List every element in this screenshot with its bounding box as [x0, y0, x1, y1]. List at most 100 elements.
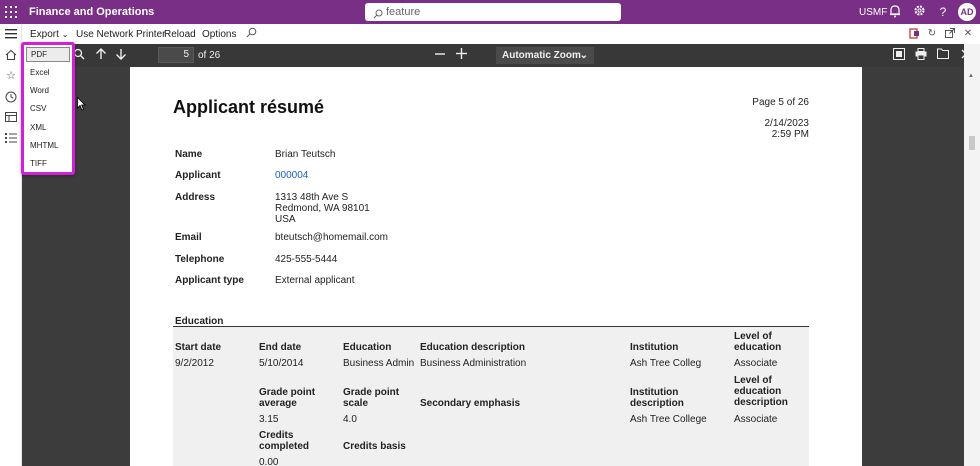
col-scale-line-1: Grade point	[343, 387, 400, 398]
zoom-value: Automatic Zoom	[502, 50, 581, 61]
cell-education: Business Admin	[343, 358, 415, 369]
star-icon[interactable]: ☆	[5, 70, 17, 82]
page-count: of 26	[198, 50, 221, 61]
pdf-toolbar: 5 of 26 Automatic Zoom ⌄	[22, 44, 980, 67]
action-bar: Export ⌄ Use Network Printer Reload Opti…	[22, 24, 980, 44]
scroll-up-icon[interactable]: ▲	[968, 73, 974, 79]
col-credits-basis: Credits basis	[343, 441, 406, 452]
export-menu-item-xml[interactable]: XML	[30, 123, 46, 132]
document-title: Applicant résumé	[173, 97, 325, 117]
col-end-date: End date	[259, 342, 302, 353]
zoom-select[interactable]: Automatic Zoom ⌄	[496, 47, 594, 64]
field-value-name: Brian Teutsch	[275, 149, 336, 160]
col-level-desc-line-2: education	[734, 386, 782, 397]
refresh-icon[interactable]: ↻	[926, 28, 938, 40]
help-icon[interactable]: ?	[936, 4, 950, 20]
zoom-in-icon[interactable]	[454, 48, 468, 62]
avatar[interactable]: AD	[958, 3, 976, 21]
hamburger-icon[interactable]	[5, 29, 17, 41]
options-button[interactable]: Options	[202, 29, 236, 40]
cell-level-description: Associate	[734, 414, 778, 425]
zoom-out-icon[interactable]	[433, 48, 447, 62]
company-selector[interactable]: USMF	[859, 7, 887, 18]
export-menu-item-word[interactable]: Word	[30, 86, 49, 95]
action-search-icon[interactable]	[246, 27, 257, 41]
presentation-mode-icon[interactable]	[892, 48, 906, 62]
app-title[interactable]: Finance and Operations	[29, 6, 154, 18]
close-icon[interactable]: ✕	[962, 28, 974, 40]
left-nav: ☆	[0, 24, 22, 466]
office-icon[interactable]	[908, 28, 920, 40]
pdf-viewer[interactable]: Applicant résumé Page 5 of 26 2/14/2023 …	[22, 67, 964, 466]
vertical-scrollbar[interactable]: ▲	[964, 44, 980, 466]
education-grid: Start date End date Education Education …	[173, 327, 809, 466]
cell-gpa: 3.15	[259, 414, 279, 425]
export-menu-item-tiff[interactable]: TIFF	[30, 159, 47, 168]
popout-icon[interactable]	[944, 28, 956, 40]
network-printer-button[interactable]: Use Network Printer	[76, 29, 165, 40]
col-inst-desc-line-1: Institution	[630, 387, 679, 398]
chevron-down-icon: ⌄	[579, 50, 588, 61]
export-label: Export	[30, 29, 59, 40]
field-label-telephone: Telephone	[175, 254, 225, 265]
col-gpa-line-1: Grade point	[259, 387, 316, 398]
cell-institution-description: Ash Tree College	[630, 414, 707, 425]
field-label-applicant: Applicant	[175, 170, 221, 181]
col-level-line-2: education	[734, 342, 782, 353]
pdf-page: Applicant résumé Page 5 of 26 2/14/2023 …	[130, 67, 862, 466]
col-level-line-1: Level of	[734, 331, 772, 342]
col-level-desc-line-3: description	[734, 397, 788, 408]
col-institution: Institution	[630, 342, 679, 353]
cell-end-date: 5/10/2014	[259, 358, 304, 369]
col-gpa-line-2: average	[259, 398, 297, 409]
col-scale-line-2: scale	[343, 398, 369, 409]
export-menu-item-csv[interactable]: CSV	[30, 104, 46, 113]
col-credits-line-2: completed	[259, 441, 310, 452]
col-secondary-emphasis: Secondary emphasis	[420, 398, 521, 409]
workspaces-icon[interactable]	[5, 112, 17, 124]
field-value-telephone: 425-555-5444	[275, 254, 338, 265]
field-label-applicant-type: Applicant type	[175, 275, 244, 286]
col-education: Education	[343, 342, 392, 353]
export-menu-item-excel[interactable]: Excel	[30, 68, 50, 77]
chevron-down-icon: ⌄	[61, 30, 69, 39]
clock-icon[interactable]	[5, 91, 17, 103]
field-label-email: Email	[175, 232, 202, 243]
cell-institution: Ash Tree Colleg	[630, 358, 702, 369]
home-icon[interactable]	[5, 49, 17, 61]
app-launcher-icon[interactable]	[5, 6, 17, 18]
address-line-3: USA	[275, 214, 296, 225]
col-credits-line-1: Credits	[259, 430, 294, 441]
reload-button[interactable]: Reload	[164, 29, 196, 40]
scrollbar-thumb[interactable]	[969, 136, 975, 150]
export-menu-item-mhtml[interactable]: MHTML	[30, 141, 58, 150]
search-placeholder: feature	[386, 6, 421, 18]
col-education-description: Education description	[420, 342, 526, 353]
gear-icon[interactable]	[912, 4, 926, 20]
cell-scale: 4.0	[343, 414, 357, 425]
export-menu: PDF Excel Word CSV XML MHTML TIFF	[21, 42, 75, 175]
address-line-1: 1313 48th Ave S	[275, 192, 349, 203]
search-icon	[373, 7, 383, 19]
previous-page-icon[interactable]	[94, 48, 108, 62]
cell-start-date: 9/2/2012	[175, 358, 214, 369]
cell-credits-completed: 0.00	[259, 457, 279, 466]
field-label-address: Address	[175, 192, 216, 203]
open-file-icon[interactable]	[936, 48, 950, 62]
export-button[interactable]: Export ⌄	[30, 29, 68, 40]
print-icon[interactable]	[914, 48, 928, 62]
col-level-desc-line-1: Level of	[734, 375, 772, 386]
address-line-2: Redmond, WA 98101	[275, 203, 370, 214]
bell-icon[interactable]	[888, 4, 902, 20]
search-box[interactable]: feature	[365, 3, 621, 21]
next-page-icon[interactable]	[114, 48, 128, 62]
applicant-link[interactable]: 000004	[275, 170, 308, 181]
field-value-email: bteutsch@homemail.com	[275, 232, 388, 243]
field-value-applicant-type: External applicant	[275, 275, 355, 286]
export-menu-item-pdf[interactable]: PDF	[26, 47, 70, 62]
report-date: 2/14/2023	[764, 118, 810, 129]
report-time: 2:59 PM	[771, 129, 809, 140]
top-bar: Finance and Operations feature USMF ? AD	[0, 0, 980, 24]
modules-list-icon[interactable]	[5, 133, 17, 145]
page-number-input[interactable]: 5	[158, 47, 194, 63]
